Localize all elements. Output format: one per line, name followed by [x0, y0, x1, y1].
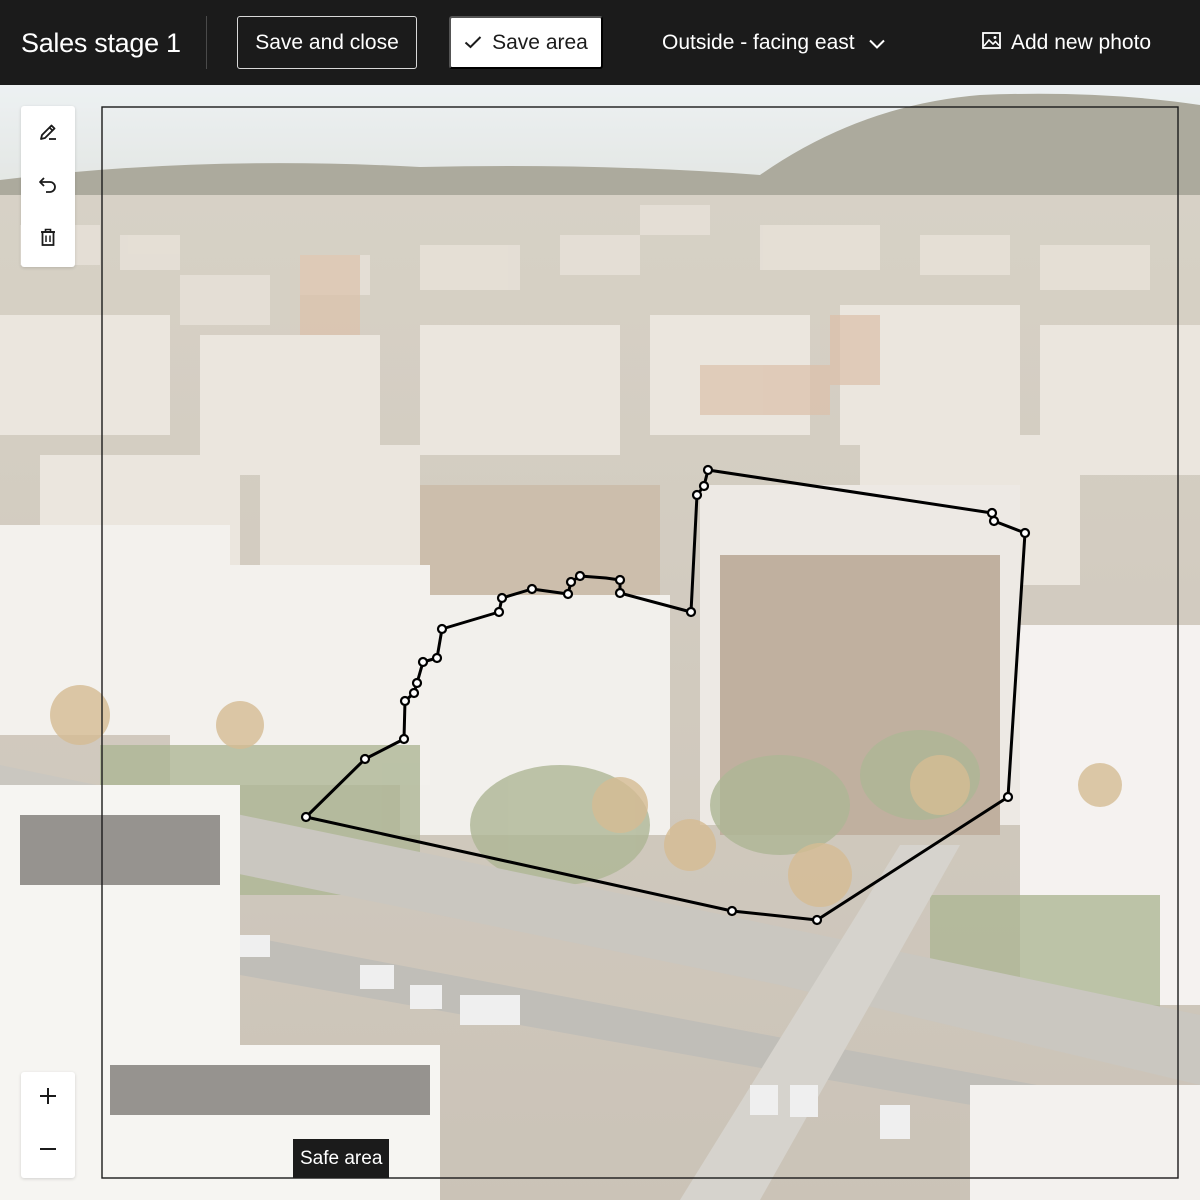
vertex-handle[interactable]: [988, 515, 1000, 527]
save-and-close-label: Save and close: [255, 30, 399, 54]
zoom-controls: [21, 1072, 75, 1178]
pencil-icon: [38, 122, 58, 147]
vertex-handle[interactable]: [417, 656, 429, 668]
vertex-handle[interactable]: [493, 606, 505, 618]
chevron-down-icon: [868, 31, 885, 55]
photo-dim-overlay: [0, 85, 1200, 1200]
vertex-handle[interactable]: [698, 480, 710, 492]
vertex-handle[interactable]: [986, 507, 998, 519]
vertex-handle[interactable]: [726, 905, 738, 917]
save-and-close-button[interactable]: Save and close: [237, 16, 417, 69]
minus-icon: [39, 1140, 57, 1163]
save-area-button[interactable]: Save area: [449, 16, 603, 69]
view-select[interactable]: Outside - facing east: [662, 27, 885, 59]
vertex-handle[interactable]: [574, 570, 586, 582]
view-select-value: Outside - facing east: [662, 31, 855, 54]
vertex-handle[interactable]: [431, 652, 443, 664]
vertex-handle[interactable]: [411, 677, 423, 689]
page-title: Sales stage 1: [21, 28, 181, 58]
top-bar: Sales stage 1 Save and close Save area O…: [0, 0, 1200, 85]
delete-area-button[interactable]: [21, 213, 75, 265]
draw-tool-button[interactable]: [21, 108, 75, 160]
vertex-handle[interactable]: [399, 695, 411, 707]
vertex-handle[interactable]: [408, 687, 420, 699]
zoom-in-button[interactable]: [21, 1072, 75, 1125]
undo-button[interactable]: [21, 160, 75, 212]
header-divider: [206, 16, 207, 69]
vertex-handle[interactable]: [614, 587, 626, 599]
vertex-handle[interactable]: [496, 592, 508, 604]
vertex-handle[interactable]: [398, 733, 410, 745]
image-icon: [982, 31, 1001, 55]
vertex-handle[interactable]: [1019, 527, 1031, 539]
trash-icon: [39, 227, 57, 252]
vertex-handle[interactable]: [614, 574, 626, 586]
check-icon: [464, 31, 482, 55]
vertex-handle[interactable]: [565, 576, 577, 588]
vertex-handle[interactable]: [562, 588, 574, 600]
vertex-handle[interactable]: [436, 623, 448, 635]
safe-area-label: Safe area: [293, 1139, 390, 1178]
photo-canvas[interactable]: [0, 85, 1200, 1200]
save-area-label: Save area: [492, 30, 588, 54]
vertex-handle[interactable]: [1002, 791, 1014, 803]
vertex-handle[interactable]: [691, 489, 703, 501]
vertex-handle[interactable]: [702, 464, 714, 476]
drawing-toolbar: [21, 106, 75, 267]
vertex-handle[interactable]: [685, 606, 697, 618]
vertex-handle[interactable]: [526, 583, 538, 595]
vertex-handle[interactable]: [359, 753, 371, 765]
plus-icon: [39, 1087, 57, 1110]
vertex-handle[interactable]: [300, 811, 312, 823]
add-new-photo-label: Add new photo: [1011, 31, 1152, 54]
zoom-out-button[interactable]: [21, 1125, 75, 1178]
undo-icon: [38, 175, 58, 198]
add-new-photo-button[interactable]: Add new photo: [982, 27, 1151, 59]
vertex-handle[interactable]: [811, 914, 823, 926]
